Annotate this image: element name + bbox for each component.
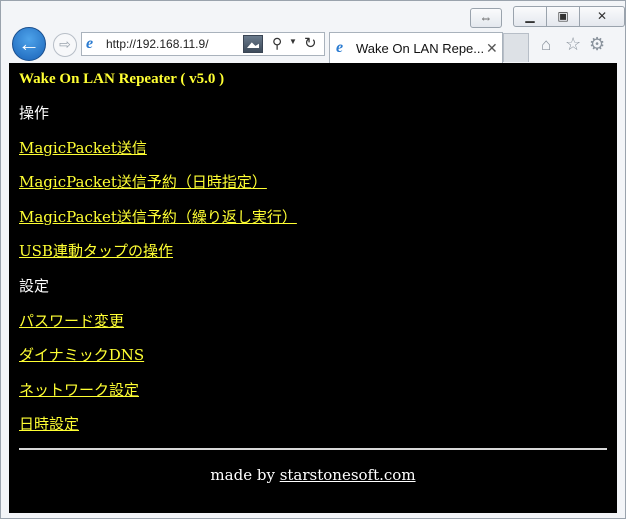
menu-list: 操作 MagicPacket送信 MagicPacket送信予約（日時指定） M…: [19, 103, 297, 449]
footer: made by starstonesoft.com: [9, 466, 617, 484]
gear-icon[interactable]: ⚙: [589, 34, 605, 55]
window-controls: ▁ ▣ ✕: [513, 6, 625, 27]
link-network-settings[interactable]: ネットワーク設定: [19, 381, 139, 399]
divider: [19, 448, 607, 450]
home-icon[interactable]: ⌂: [541, 35, 551, 55]
tab-active[interactable]: e Wake On LAN Repe... ✕: [329, 32, 503, 63]
restore-icon[interactable]: ▣: [547, 6, 580, 27]
link-magicpacket-schedule-datetime[interactable]: MagicPacket送信予約（日時指定）: [19, 173, 267, 191]
ie-logo-icon: e: [86, 35, 94, 52]
forward-arrow-icon[interactable]: ⇨: [53, 33, 77, 57]
link-magicpacket-send[interactable]: MagicPacket送信: [19, 139, 147, 157]
link-password-change[interactable]: パスワード変更: [19, 312, 124, 330]
browser-window: ⇔ ▁ ▣ ✕ ← ⇨ e http://192.168.11.9/ ⚲ ▼ ↻…: [0, 0, 626, 519]
browser-toolbar: ← ⇨ e http://192.168.11.9/ ⚲ ▼ ↻ e Wake …: [1, 25, 625, 63]
search-icon[interactable]: ⚲: [272, 35, 282, 52]
address-bar[interactable]: e http://192.168.11.9/ ⚲ ▼ ↻: [81, 32, 325, 56]
list-item: MagicPacket送信: [19, 138, 297, 173]
close-icon[interactable]: ✕: [486, 40, 498, 57]
back-arrow-icon[interactable]: ←: [12, 27, 46, 61]
compatibility-view-icon[interactable]: [243, 35, 263, 53]
new-tab-button[interactable]: [503, 33, 529, 62]
list-item: USB連動タップの操作: [19, 241, 297, 276]
link-datetime-settings[interactable]: 日時設定: [19, 415, 79, 433]
link-magicpacket-schedule-repeat[interactable]: MagicPacket送信予約（繰り返し実行）: [19, 208, 297, 226]
tab-title: Wake On LAN Repe...: [356, 41, 485, 56]
refresh-icon[interactable]: ↻: [304, 34, 317, 52]
list-item: パスワード変更: [19, 311, 297, 346]
list-item: ネットワーク設定: [19, 380, 297, 415]
address-text[interactable]: http://192.168.11.9/: [106, 37, 209, 51]
star-icon[interactable]: ☆: [565, 34, 581, 55]
chevron-down-icon[interactable]: ▼: [289, 37, 297, 46]
footer-link[interactable]: starstonesoft.com: [280, 466, 416, 484]
close-window-icon[interactable]: ✕: [580, 6, 625, 27]
link-usb-tap-control[interactable]: USB連動タップの操作: [19, 242, 173, 260]
list-item: MagicPacket送信予約（繰り返し実行）: [19, 207, 297, 242]
list-item: ダイナミックDNS: [19, 345, 297, 380]
page-title: Wake On LAN Repeater ( v5.0 ): [19, 71, 225, 87]
ie-logo-icon: e: [336, 39, 344, 56]
minimize-icon[interactable]: ▁: [513, 6, 547, 27]
list-item: MagicPacket送信予約（日時指定）: [19, 172, 297, 207]
list-item: 日時設定: [19, 414, 297, 449]
footer-text: made by: [210, 466, 280, 484]
page-content: Wake On LAN Repeater ( v5.0 ) 操作 MagicPa…: [9, 63, 617, 513]
section-heading-operations: 操作: [19, 104, 50, 122]
link-dynamic-dns[interactable]: ダイナミックDNS: [19, 346, 144, 364]
section-heading-settings: 設定: [19, 276, 50, 295]
